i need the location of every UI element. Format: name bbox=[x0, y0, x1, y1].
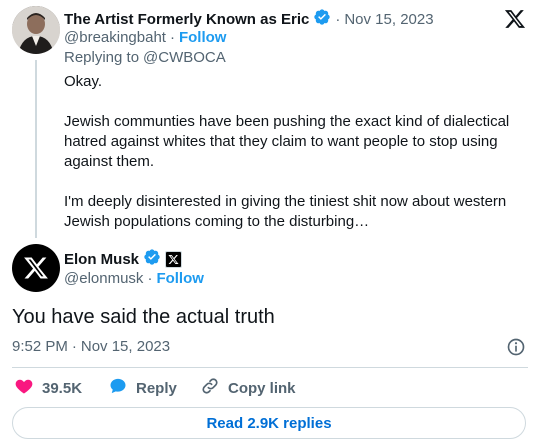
reply-label: Reply bbox=[136, 379, 177, 397]
main-timestamp[interactable]: 9:52 PM · Nov 15, 2023 bbox=[12, 338, 170, 355]
main-author-avatar[interactable] bbox=[12, 244, 60, 292]
reply-bubble-icon bbox=[108, 376, 128, 400]
main-subheader: @elonmusk · Follow bbox=[64, 270, 204, 287]
verified-badge-icon bbox=[313, 8, 331, 31]
like-button[interactable]: 39.5K bbox=[14, 376, 82, 400]
thread-connector-line bbox=[35, 60, 37, 238]
quoted-paragraph: I'm deeply disinterested in giving the t… bbox=[64, 193, 507, 230]
heart-icon bbox=[14, 376, 34, 400]
main-author-name[interactable]: Elon Musk bbox=[64, 251, 139, 268]
quoted-author-avatar[interactable] bbox=[12, 6, 60, 54]
quoted-date[interactable]: Nov 15, 2023 bbox=[344, 11, 433, 28]
read-replies-label: Read 2.9K replies bbox=[206, 414, 332, 432]
quoted-author-name[interactable]: The Artist Formerly Known as Eric bbox=[64, 11, 309, 28]
replying-to-handle[interactable]: @CWBOCA bbox=[143, 49, 226, 66]
copy-link-button[interactable]: Copy link bbox=[200, 376, 296, 400]
replying-prefix: Replying to bbox=[64, 49, 140, 66]
quoted-subheader: @breakingbaht · Follow bbox=[64, 29, 227, 46]
link-icon bbox=[200, 376, 220, 400]
main-time: 9:52 PM bbox=[12, 338, 68, 355]
main-tweet-text[interactable]: You have said the actual truth bbox=[12, 306, 275, 329]
info-icon[interactable] bbox=[506, 337, 526, 362]
x-affiliate-badge-icon bbox=[165, 251, 183, 268]
divider bbox=[12, 367, 528, 368]
quoted-header: The Artist Formerly Known as Eric · Nov … bbox=[64, 8, 434, 31]
quoted-paragraph: Okay. bbox=[64, 73, 103, 90]
like-count: 39.5K bbox=[42, 379, 83, 397]
verified-badge-icon bbox=[143, 248, 161, 271]
quoted-follow-link[interactable]: Follow bbox=[179, 29, 227, 46]
copy-link-label: Copy link bbox=[228, 379, 296, 397]
main-header: Elon Musk bbox=[64, 248, 183, 271]
main-date: Nov 15, 2023 bbox=[80, 338, 171, 355]
x-logo-icon[interactable] bbox=[504, 8, 526, 35]
main-follow-link[interactable]: Follow bbox=[156, 270, 204, 287]
main-handle[interactable]: @elonmusk bbox=[64, 270, 143, 287]
replying-to: Replying to @CWBOCA bbox=[64, 49, 226, 66]
quoted-paragraph: Jewish communties have been pushing the … bbox=[64, 113, 510, 170]
reply-button[interactable]: Reply bbox=[108, 376, 177, 400]
quoted-tweet-text[interactable]: Okay. Jewish communties have been pushin… bbox=[64, 72, 519, 252]
read-replies-button[interactable]: Read 2.9K replies bbox=[12, 407, 526, 439]
quoted-handle[interactable]: @breakingbaht bbox=[64, 29, 166, 46]
